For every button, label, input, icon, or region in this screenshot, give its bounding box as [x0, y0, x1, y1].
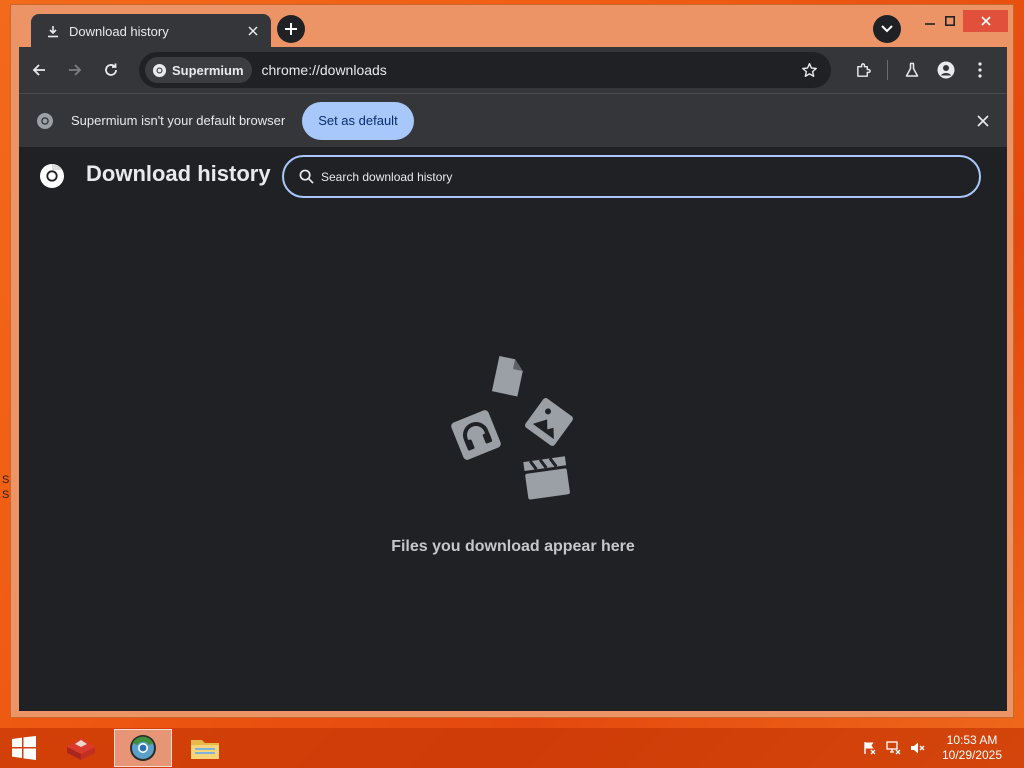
- tab-search-button[interactable]: [873, 15, 901, 43]
- image-icon: [525, 398, 573, 446]
- document-icon: [491, 355, 523, 397]
- browser-app-icon: [130, 735, 156, 761]
- tab-strip: Download history: [11, 5, 1013, 48]
- tab-close-icon[interactable]: [243, 21, 263, 41]
- menu-button[interactable]: [964, 54, 996, 86]
- site-chip[interactable]: Supermium: [145, 57, 252, 83]
- person-icon: [937, 61, 955, 79]
- url-text[interactable]: chrome://downloads: [262, 62, 795, 78]
- volume-muted-icon[interactable]: [908, 738, 928, 758]
- bookmark-star-icon[interactable]: [795, 56, 823, 84]
- plus-icon: [285, 23, 297, 35]
- action-center-flag-icon[interactable]: [860, 738, 880, 758]
- search-download-history[interactable]: [282, 155, 981, 198]
- close-window-button[interactable]: [963, 10, 1008, 32]
- clock-date: 10/29/2025: [941, 748, 1003, 762]
- puzzle-icon: [856, 62, 871, 77]
- kebab-menu-icon: [978, 62, 982, 78]
- toolbar-divider: [887, 60, 888, 80]
- taskbar-app-file-explorer[interactable]: [176, 729, 234, 767]
- clock-time: 10:53 AM: [946, 733, 998, 747]
- tab-download-history[interactable]: Download history: [31, 14, 271, 48]
- search-input[interactable]: [321, 161, 979, 192]
- start-button[interactable]: [0, 728, 48, 768]
- close-icon: [980, 16, 991, 26]
- browser-window: Download history Supermium chrome://down…: [10, 4, 1014, 718]
- site-chip-label: Supermium: [172, 62, 244, 78]
- desktop-icon-label: S: [2, 489, 10, 501]
- tab-title: Download history: [69, 23, 169, 39]
- profile-button[interactable]: [930, 54, 962, 86]
- flask-icon: [905, 62, 919, 77]
- chevron-down-icon: [881, 25, 893, 33]
- downloads-page: Download history Search download history…: [19, 147, 1007, 711]
- taskbar-app-browser[interactable]: [114, 729, 172, 767]
- new-tab-button[interactable]: [277, 15, 305, 43]
- folder-icon: [191, 740, 219, 759]
- infobar-close-icon[interactable]: [973, 111, 993, 131]
- browser-toolbar: Supermium chrome://downloads: [19, 47, 1007, 93]
- video-icon: [523, 456, 570, 500]
- taskbar: 10:53 AM 10/29/2025: [0, 728, 1024, 768]
- toolbox-icon: [67, 738, 95, 760]
- system-clock[interactable]: 10:53 AM 10/29/2025: [932, 733, 1012, 763]
- back-button[interactable]: [23, 54, 55, 86]
- browser-logo-icon: [151, 62, 167, 78]
- reload-button[interactable]: [95, 54, 127, 86]
- network-icon[interactable]: [884, 738, 904, 758]
- set-as-default-button[interactable]: Set as default: [302, 101, 414, 140]
- taskbar-app-toolbox[interactable]: [52, 729, 110, 767]
- default-browser-infobar: Supermium isn't your default browser Set…: [19, 93, 1007, 147]
- back-arrow-icon: [32, 64, 45, 76]
- download-icon: [45, 23, 61, 39]
- browser-logo-icon: [40, 164, 64, 188]
- page-title: Download history: [86, 161, 271, 186]
- address-bar[interactable]: Supermium chrome://downloads: [139, 52, 831, 88]
- search-icon: [297, 168, 315, 186]
- empty-downloads-illustration: [451, 355, 573, 500]
- windows-logo-icon: [12, 736, 36, 760]
- desktop-icon-label: S: [2, 474, 10, 486]
- audio-icon: [451, 410, 501, 460]
- browser-logo-icon: [35, 111, 55, 131]
- forward-arrow-icon: [69, 64, 82, 76]
- page-header: Download history: [19, 147, 1007, 203]
- reload-icon: [105, 63, 117, 76]
- empty-state-message: Files you download appear here: [391, 538, 635, 555]
- maximize-icon: [945, 16, 955, 26]
- extensions-button[interactable]: [847, 54, 879, 86]
- labs-button[interactable]: [896, 54, 928, 86]
- system-tray: [856, 728, 928, 768]
- infobar-message: Supermium isn't your default browser: [71, 113, 286, 128]
- forward-button[interactable]: [59, 54, 91, 86]
